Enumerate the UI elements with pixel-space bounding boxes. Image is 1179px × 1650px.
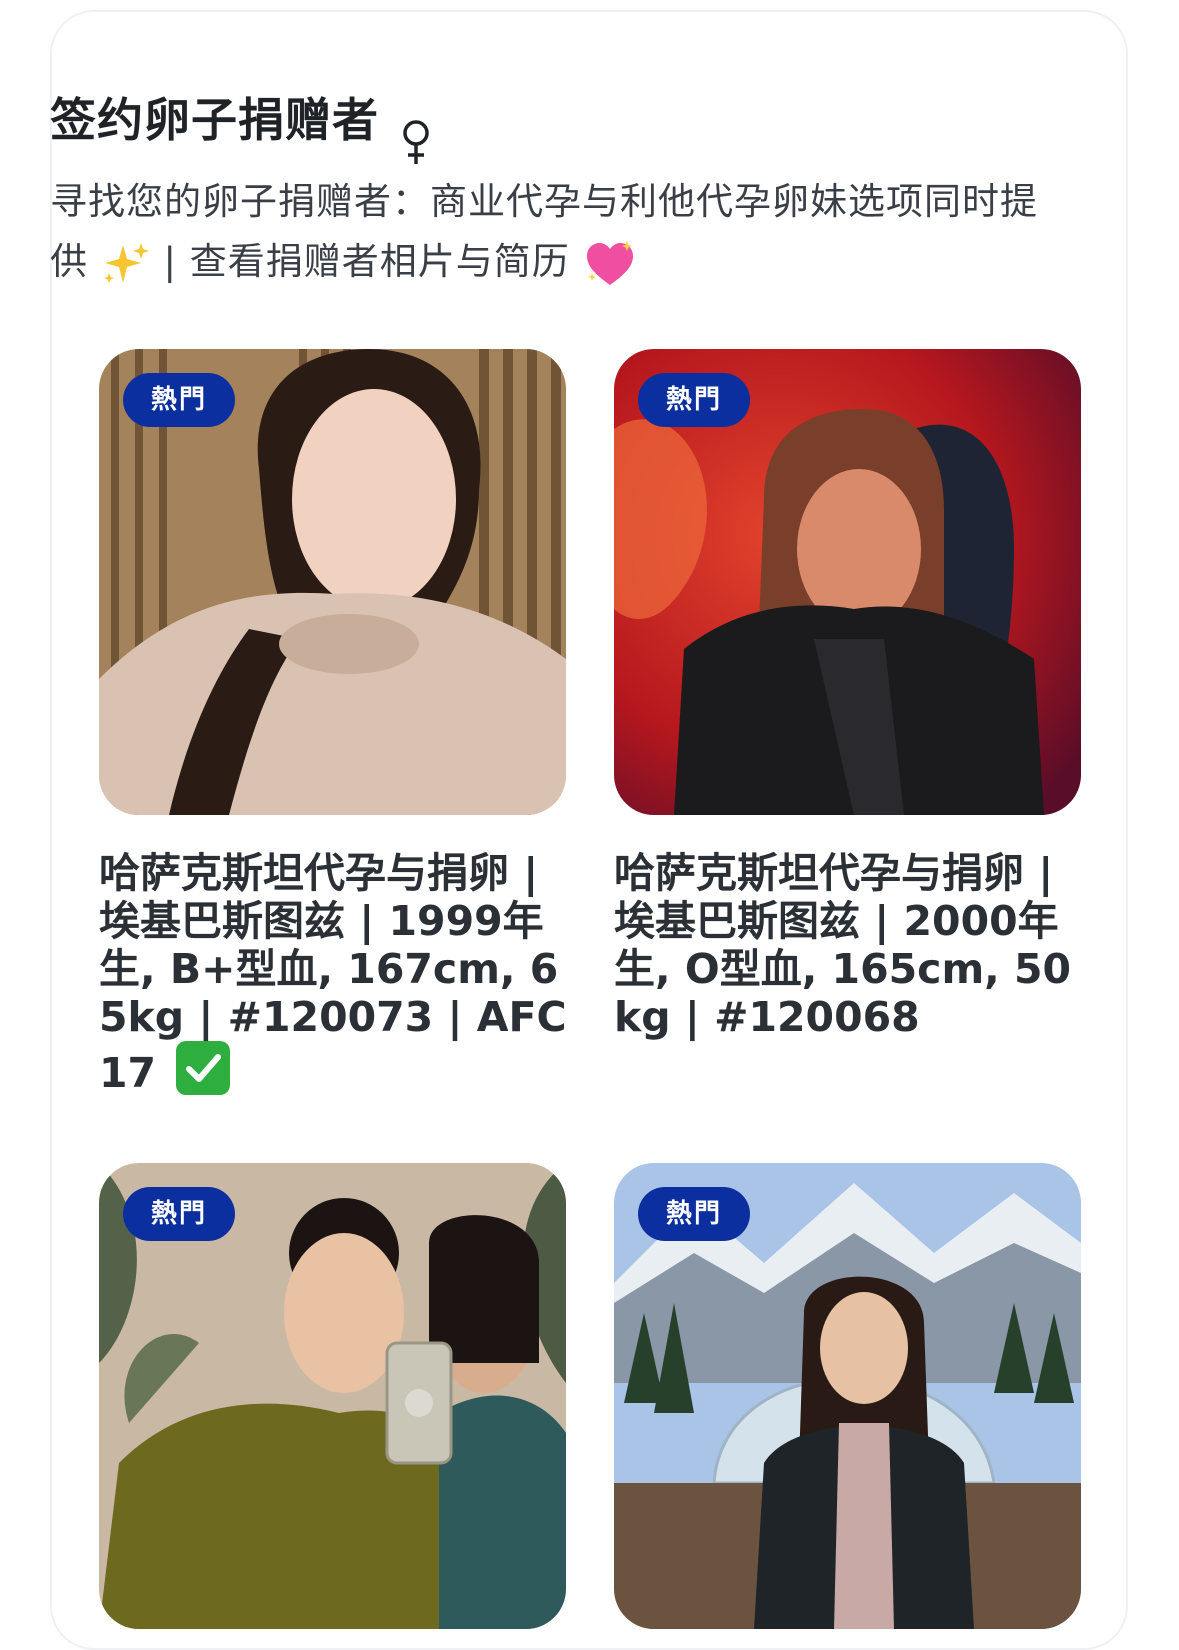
check-mark-icon: [176, 1041, 231, 1095]
donor-caption[interactable]: 哈萨克斯坦代孕与捐卵 | 埃基巴斯图兹 | 1999年生, B+型血, 167c…: [99, 849, 569, 1097]
donor-photo[interactable]: 熱門: [614, 1163, 1081, 1629]
section-subtitle: 寻找您的卵子捐赠者：商业代孕与利他代孕卵妹选项同时提供 | 查看捐赠者相片与简历: [50, 172, 1040, 292]
donor-caption[interactable]: 哈萨克斯坦代孕与捐卵 | 埃基巴斯图兹 | 2000年生, O型血, 165cm…: [614, 849, 1084, 1041]
donor-caption-text: 哈萨克斯坦代孕与捐卵 | 埃基巴斯图兹 | 2000年生, O型血, 165cm…: [614, 849, 1072, 1041]
donor-photo[interactable]: 熱門: [614, 349, 1081, 815]
donor-photo[interactable]: 熱門: [99, 1163, 566, 1629]
donor-card[interactable]: 熱門: [99, 1163, 566, 1629]
hot-badge: 熱門: [123, 373, 235, 427]
venus-icon: [403, 120, 429, 164]
donor-caption-text: 哈萨克斯坦代孕与捐卵 | 埃基巴斯图兹 | 1999年生, B+型血, 167c…: [99, 849, 567, 1097]
hot-badge: 熱門: [638, 1187, 750, 1241]
sparkles-icon: [103, 242, 149, 283]
subtitle-text-2: | 查看捐赠者相片与简历: [163, 240, 570, 283]
section-header: 签约卵子捐赠者: [50, 88, 435, 168]
hot-badge: 熱門: [638, 373, 750, 427]
donor-card[interactable]: 熱門 哈萨克斯坦代孕与捐卵 | 埃基巴斯图兹 | 2000年生, O型血, 16…: [614, 349, 1081, 1041]
donor-photo[interactable]: 熱門: [99, 349, 566, 815]
hot-badge: 熱門: [123, 1187, 235, 1241]
donor-card[interactable]: 熱門: [614, 1163, 1081, 1629]
section-title: 签约卵子捐赠者: [50, 93, 379, 147]
donor-card[interactable]: 熱門 哈萨克斯坦代孕与捐卵 | 埃基巴斯图兹 | 1999年生, B+型血, 1…: [99, 349, 569, 1097]
sparkling-heart-icon: [586, 240, 633, 285]
